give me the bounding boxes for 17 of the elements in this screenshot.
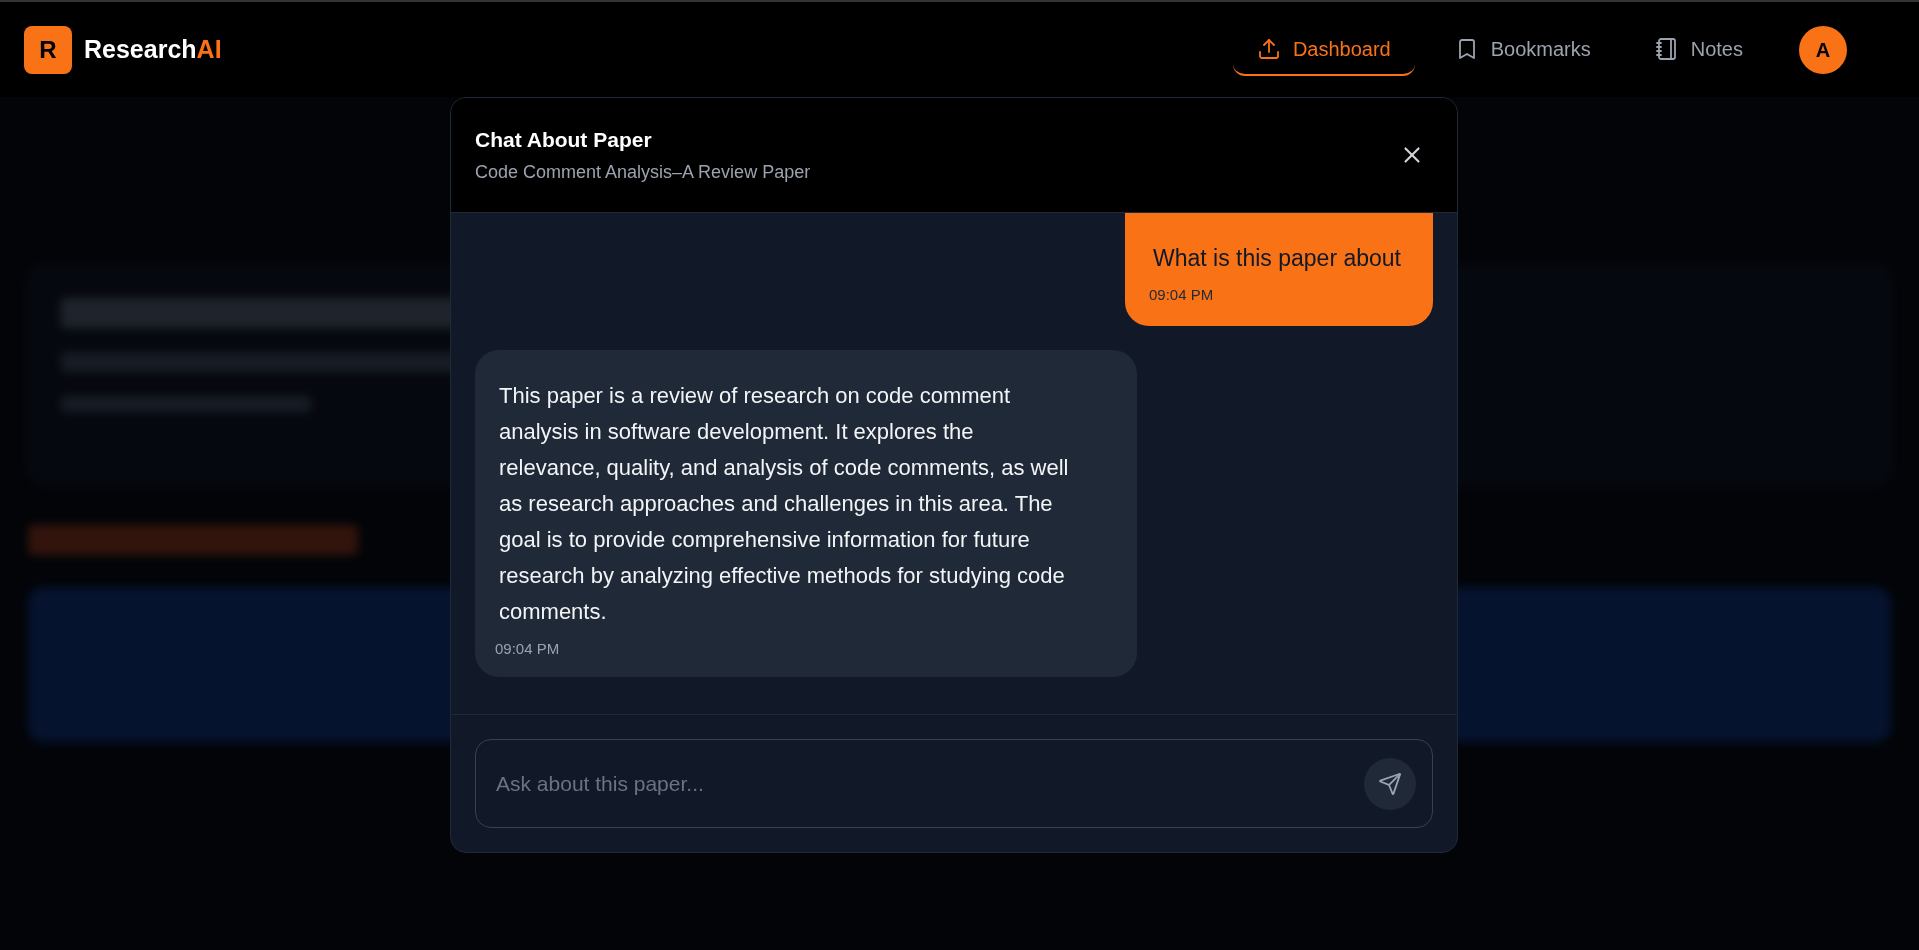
app-name: ResearchAI	[84, 33, 222, 65]
dialog-subtitle: Code Comment Analysis–A Review Paper	[475, 161, 811, 185]
message-text: What is this paper about	[1151, 244, 1402, 273]
notebook-icon	[1654, 36, 1679, 61]
message-time: 09:04 PM	[1148, 284, 1215, 305]
avatar-button[interactable]: A	[1799, 25, 1847, 74]
message-composer-field[interactable]: Ask about this paper...	[475, 739, 1433, 828]
nav-tab[interactable]: Dashboard	[1232, 23, 1415, 76]
message-text: This paper is a review of research on code comment analysis in software development. It explores the relevance, quality, and analysis of code comments, as well as research approaches and challenges in this area. The goal is to provide comprehensive information for future research by analyzing effective methods for studying code comments.	[498, 382, 1070, 626]
message-input-field[interactable]: Ask about this paper...	[496, 767, 1364, 800]
nav-tab[interactable]: Bookmarks	[1430, 23, 1615, 76]
message-time: 09:04 PM	[495, 639, 561, 659]
nav-tab[interactable]: Notes	[1630, 23, 1767, 76]
logo-icon: R	[24, 25, 72, 74]
dialog-title: Chat About Paper	[475, 126, 653, 153]
send-icon	[1378, 771, 1402, 796]
upload-icon	[1256, 36, 1281, 61]
